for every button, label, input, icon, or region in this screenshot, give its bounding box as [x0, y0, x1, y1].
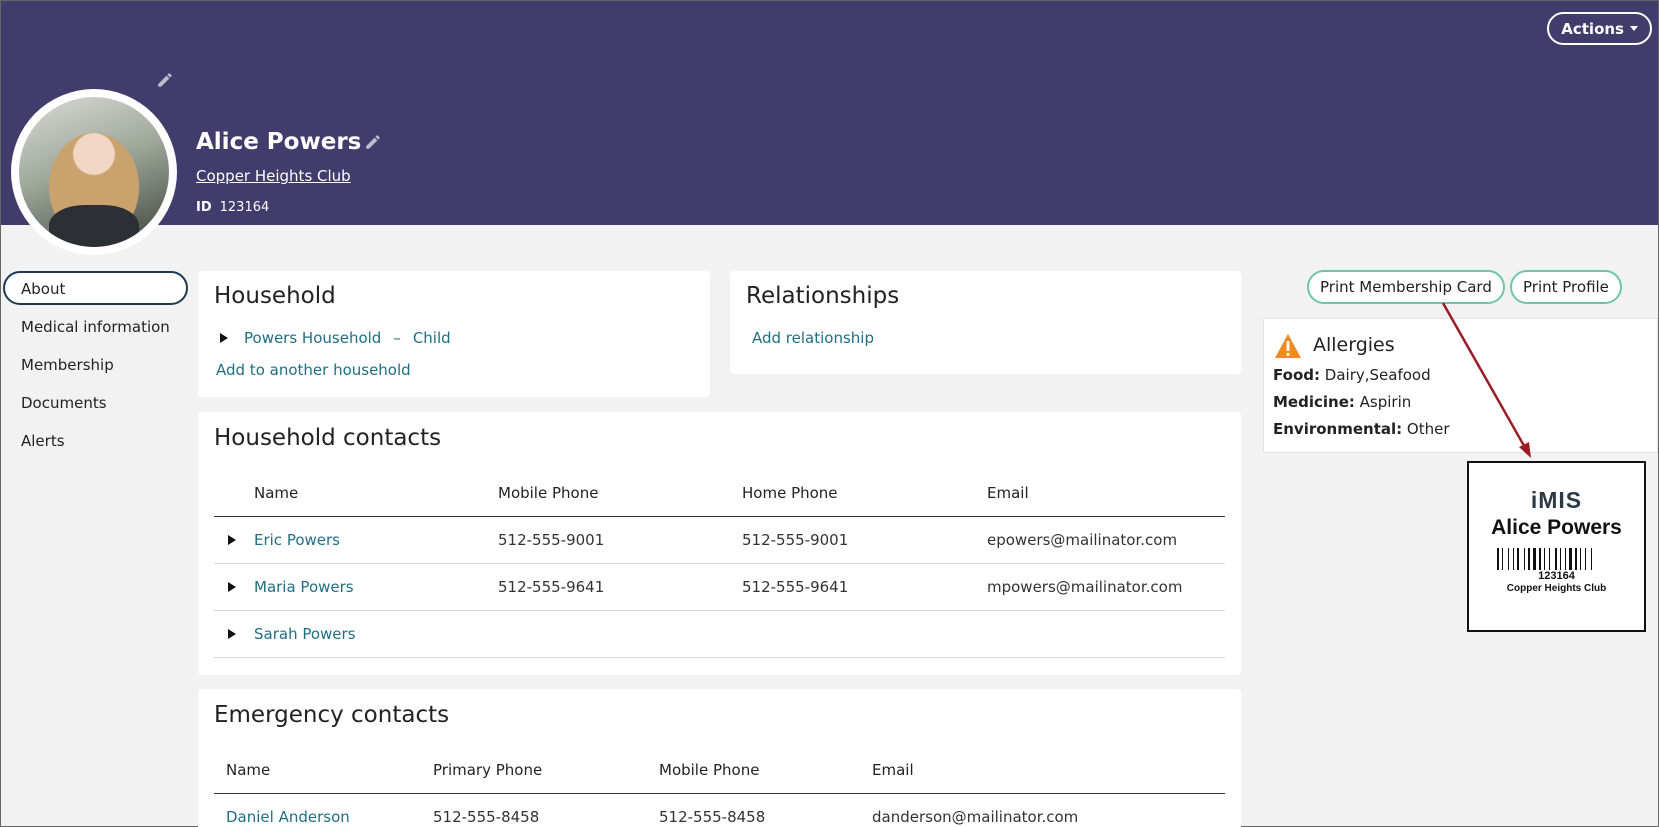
member-id-label: ID: [196, 200, 212, 215]
home-phone: 512-555-9001: [742, 516, 987, 564]
nav-item-documents[interactable]: Documents: [3, 385, 188, 419]
email: mpowers@mailinator.com: [987, 563, 1225, 611]
contact-name-link[interactable]: Eric Powers: [254, 531, 340, 549]
allergy-label: Environmental:: [1273, 420, 1403, 438]
emergency-contacts-card: Emergency contacts Name Primary Phone Mo…: [198, 689, 1241, 827]
household-entry: Powers Household – Child: [220, 329, 451, 347]
nav-item-alerts[interactable]: Alerts: [3, 423, 188, 457]
edit-photo-pencil-icon[interactable]: [156, 71, 174, 89]
column-header: Primary Phone: [433, 747, 659, 794]
household-contacts-title: Household contacts: [214, 425, 442, 451]
profile-header: Actions Alice Powers Copper Heights Club…: [1, 1, 1658, 225]
table-row: Eric Powers 512-555-9001 512-555-9001 ep…: [214, 516, 1225, 564]
edit-name-pencil-icon[interactable]: [364, 133, 382, 151]
contact-name-link[interactable]: Maria Powers: [254, 578, 354, 596]
email: epowers@mailinator.com: [987, 516, 1225, 564]
actions-button[interactable]: Actions: [1547, 12, 1652, 45]
email: danderson@mailinator.com: [872, 793, 1225, 827]
allergy-value: Dairy,Seafood: [1324, 366, 1431, 384]
warning-icon: [1275, 334, 1301, 358]
card-member-name: Alice Powers: [1491, 516, 1622, 539]
household-role: Child: [412, 329, 451, 347]
nav-item-about[interactable]: About: [3, 271, 188, 305]
print-profile-button[interactable]: Print Profile: [1510, 270, 1622, 304]
relationships-title: Relationships: [746, 283, 900, 309]
mobile-phone: 512-555-9001: [498, 516, 742, 564]
print-membership-card-button[interactable]: Print Membership Card: [1307, 270, 1505, 304]
callout-arrow: [1441, 302, 1531, 458]
column-header: Name: [214, 747, 433, 794]
table-header-row: Name Primary Phone Mobile Phone Email: [214, 747, 1225, 794]
email: [987, 610, 1225, 658]
card-member-id: 123164: [1538, 570, 1575, 582]
column-header: Email: [872, 747, 1225, 794]
emergency-contacts-title: Emergency contacts: [214, 702, 450, 728]
expand-triangle-icon[interactable]: [228, 534, 236, 545]
table-row: Sarah Powers: [214, 610, 1225, 658]
allergy-label: Food:: [1273, 366, 1320, 384]
nav-item-membership[interactable]: Membership: [3, 347, 188, 381]
avatar-photo: [19, 97, 169, 247]
mobile-phone: [498, 610, 742, 658]
add-household-link[interactable]: Add to another household: [216, 361, 411, 379]
column-header: Mobile Phone: [498, 470, 742, 517]
allergy-environmental: Environmental: Other: [1273, 420, 1450, 438]
member-id-value: 123164: [219, 200, 270, 215]
nav-item-medical-information[interactable]: Medical information: [3, 309, 188, 343]
avatar: [11, 89, 177, 255]
household-contacts-table: Name Mobile Phone Home Phone Email Eric …: [214, 470, 1225, 658]
relationships-card: Relationships Add relationship: [730, 271, 1241, 374]
table-row: Daniel Anderson 512-555-8458 512-555-845…: [214, 793, 1225, 827]
household-title: Household: [214, 283, 336, 309]
expand-triangle-icon[interactable]: [228, 581, 236, 592]
expand-triangle-icon[interactable]: [220, 333, 228, 343]
contact-name-link[interactable]: Sarah Powers: [254, 625, 356, 643]
card-club-name: Copper Heights Club: [1506, 583, 1607, 594]
member-id: ID 123164: [196, 200, 269, 215]
actions-button-label: Actions: [1561, 19, 1624, 38]
mobile-phone: 512-555-8458: [659, 793, 872, 827]
column-header: Mobile Phone: [659, 747, 872, 794]
club-link[interactable]: Copper Heights Club: [196, 167, 351, 185]
allergy-label: Medicine:: [1273, 393, 1355, 411]
barcode-icon: [1496, 548, 1592, 570]
allergy-value: Aspirin: [1359, 393, 1412, 411]
add-relationship-link[interactable]: Add relationship: [752, 329, 874, 347]
mobile-phone: 512-555-9641: [498, 563, 742, 611]
caret-down-icon: [1630, 26, 1638, 31]
column-header: Email: [987, 470, 1225, 517]
household-contacts-card: Household contacts Name Mobile Phone Hom…: [198, 412, 1241, 675]
contact-name-link[interactable]: Daniel Anderson: [226, 808, 350, 826]
membership-card-preview: iMIS Alice Powers 123164 Copper Heights …: [1467, 461, 1646, 632]
household-link[interactable]: Powers Household: [244, 329, 381, 347]
household-separator: –: [393, 329, 401, 347]
allergy-medicine: Medicine: Aspirin: [1273, 393, 1411, 411]
home-phone: 512-555-9641: [742, 563, 987, 611]
allergies-title: Allergies: [1313, 334, 1395, 356]
table-header-row: Name Mobile Phone Home Phone Email: [214, 470, 1225, 517]
primary-phone: 512-555-8458: [433, 793, 659, 827]
table-row: Maria Powers 512-555-9641 512-555-9641 m…: [214, 563, 1225, 611]
column-header: Home Phone: [742, 470, 987, 517]
home-phone: [742, 610, 987, 658]
allergy-food: Food: Dairy,Seafood: [1273, 366, 1431, 384]
column-header: Name: [254, 470, 498, 517]
expand-triangle-icon[interactable]: [228, 628, 236, 639]
member-name: Alice Powers: [196, 129, 362, 155]
household-card: Household Powers Household – Child Add t…: [198, 271, 710, 397]
imis-logo: iMIS: [1530, 487, 1583, 513]
left-navigation: About Medical information Membership Doc…: [3, 271, 188, 461]
emergency-contacts-table: Name Primary Phone Mobile Phone Email Da…: [214, 747, 1225, 827]
